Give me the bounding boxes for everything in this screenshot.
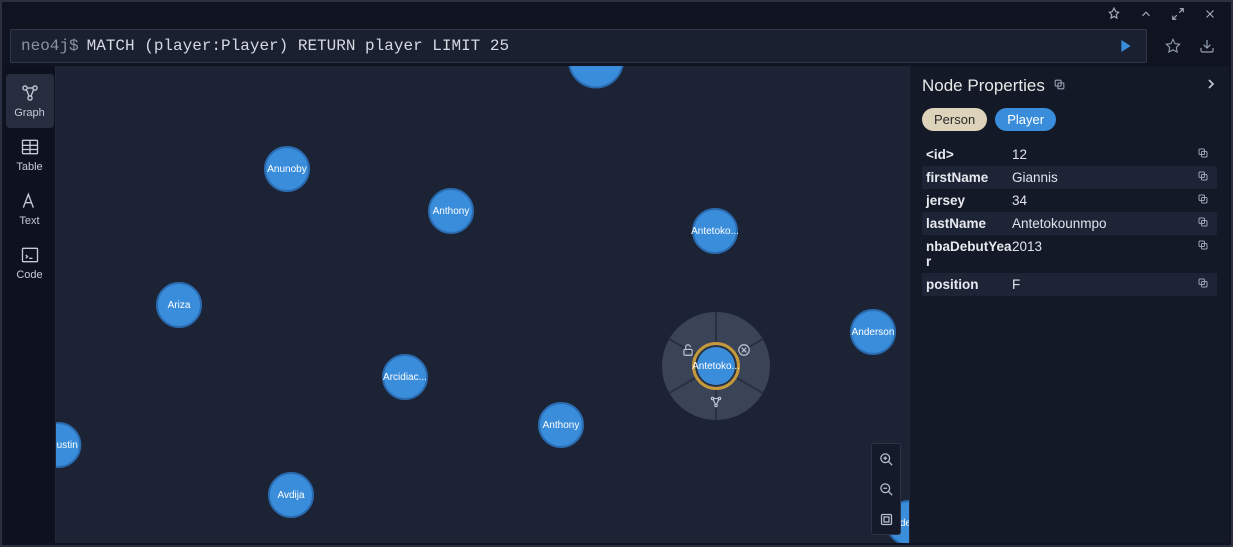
property-row: nbaDebutYear2013 [922,235,1217,273]
graph-node[interactable] [568,66,624,88]
property-value: 2013 [1012,239,1197,254]
close-icon[interactable] [1203,7,1217,21]
property-key: position [926,277,1012,292]
dismiss-icon[interactable] [736,342,752,358]
tab-label: Code [16,269,42,281]
node-label: Antetoko... [692,361,740,372]
property-key: firstName [926,170,1012,185]
expand-relations-icon[interactable] [708,394,724,410]
graph-node[interactable]: Ariza [156,282,202,328]
properties-table: <id>12firstNameGiannisjersey34lastNameAn… [922,143,1217,296]
expand-icon[interactable] [1171,7,1185,21]
query-input[interactable]: neo4j$ MATCH (player:Player) RETURN play… [10,29,1147,63]
window-controls [2,2,1231,26]
tab-label: Graph [14,107,45,119]
zoom-in-button[interactable] [872,444,900,474]
property-key: nbaDebutYear [926,239,1012,269]
graph-node-selected[interactable]: Antetoko... [692,342,740,390]
property-value: Giannis [1012,170,1197,185]
pin-icon[interactable] [1107,7,1121,21]
property-key: lastName [926,216,1012,231]
query-bar: neo4j$ MATCH (player:Player) RETURN play… [2,26,1231,66]
graph-node[interactable]: Anderson [850,309,896,355]
tab-text[interactable]: Text [6,182,54,236]
graph-node[interactable]: Anthony [538,402,584,448]
node-context-menu[interactable]: Antetoko... [662,312,770,420]
property-key: jersey [926,193,1012,208]
zoom-fit-button[interactable] [872,504,900,534]
copy-icon[interactable] [1197,239,1213,254]
favorite-icon[interactable] [1165,38,1181,54]
property-value: F [1012,277,1197,292]
zoom-out-button[interactable] [872,474,900,504]
panel-title: Node Properties [922,76,1217,96]
property-row: jersey34 [922,189,1217,212]
property-value: Antetokounmpo [1012,216,1197,231]
graph-node[interactable]: Arcidiac... [382,354,428,400]
property-row: positionF [922,273,1217,296]
tab-label: Text [19,215,39,227]
copy-all-icon[interactable] [1053,78,1066,94]
query-actions [1153,38,1221,54]
tab-code[interactable]: Code [6,236,54,290]
zoom-controls [871,443,901,535]
graph-node[interactable]: Augustin [56,422,81,468]
tab-graph[interactable]: Graph [6,74,54,128]
query-text: MATCH (player:Player) RETURN player LIMI… [87,37,1112,55]
download-icon[interactable] [1199,38,1215,54]
tab-table[interactable]: Table [6,128,54,182]
view-mode-sidebar: Graph Table Text Code [4,66,56,543]
label-chip-person[interactable]: Person [922,108,987,131]
graph-node[interactable]: Anthony [428,188,474,234]
query-prompt: neo4j$ [21,37,79,55]
copy-icon[interactable] [1197,193,1213,208]
chevron-right-icon[interactable] [1203,76,1219,97]
property-value: 34 [1012,193,1197,208]
copy-icon[interactable] [1197,277,1213,292]
graph-node[interactable]: Antetoko... [692,208,738,254]
copy-icon[interactable] [1197,147,1213,162]
run-button[interactable] [1112,32,1140,60]
label-chip-player[interactable]: Player [995,108,1056,131]
copy-icon[interactable] [1197,170,1213,185]
tab-label: Table [16,161,42,173]
node-properties-panel: Node Properties PersonPlayer <id>12first… [909,66,1229,543]
graph-node[interactable]: Avdija [268,472,314,518]
graph-node[interactable]: Anunoby [264,146,310,192]
copy-icon[interactable] [1197,216,1213,231]
property-value: 12 [1012,147,1197,162]
property-row: lastNameAntetokounmpo [922,212,1217,235]
caret-up-icon[interactable] [1139,7,1153,21]
label-chips: Person Player [922,108,1217,131]
graph-canvas[interactable]: AndersonAugustinCousinsAvdijaAnthonyArci… [56,66,909,543]
property-row: firstNameGiannis [922,166,1217,189]
property-key: <id> [926,147,1012,162]
property-row: <id>12 [922,143,1217,166]
